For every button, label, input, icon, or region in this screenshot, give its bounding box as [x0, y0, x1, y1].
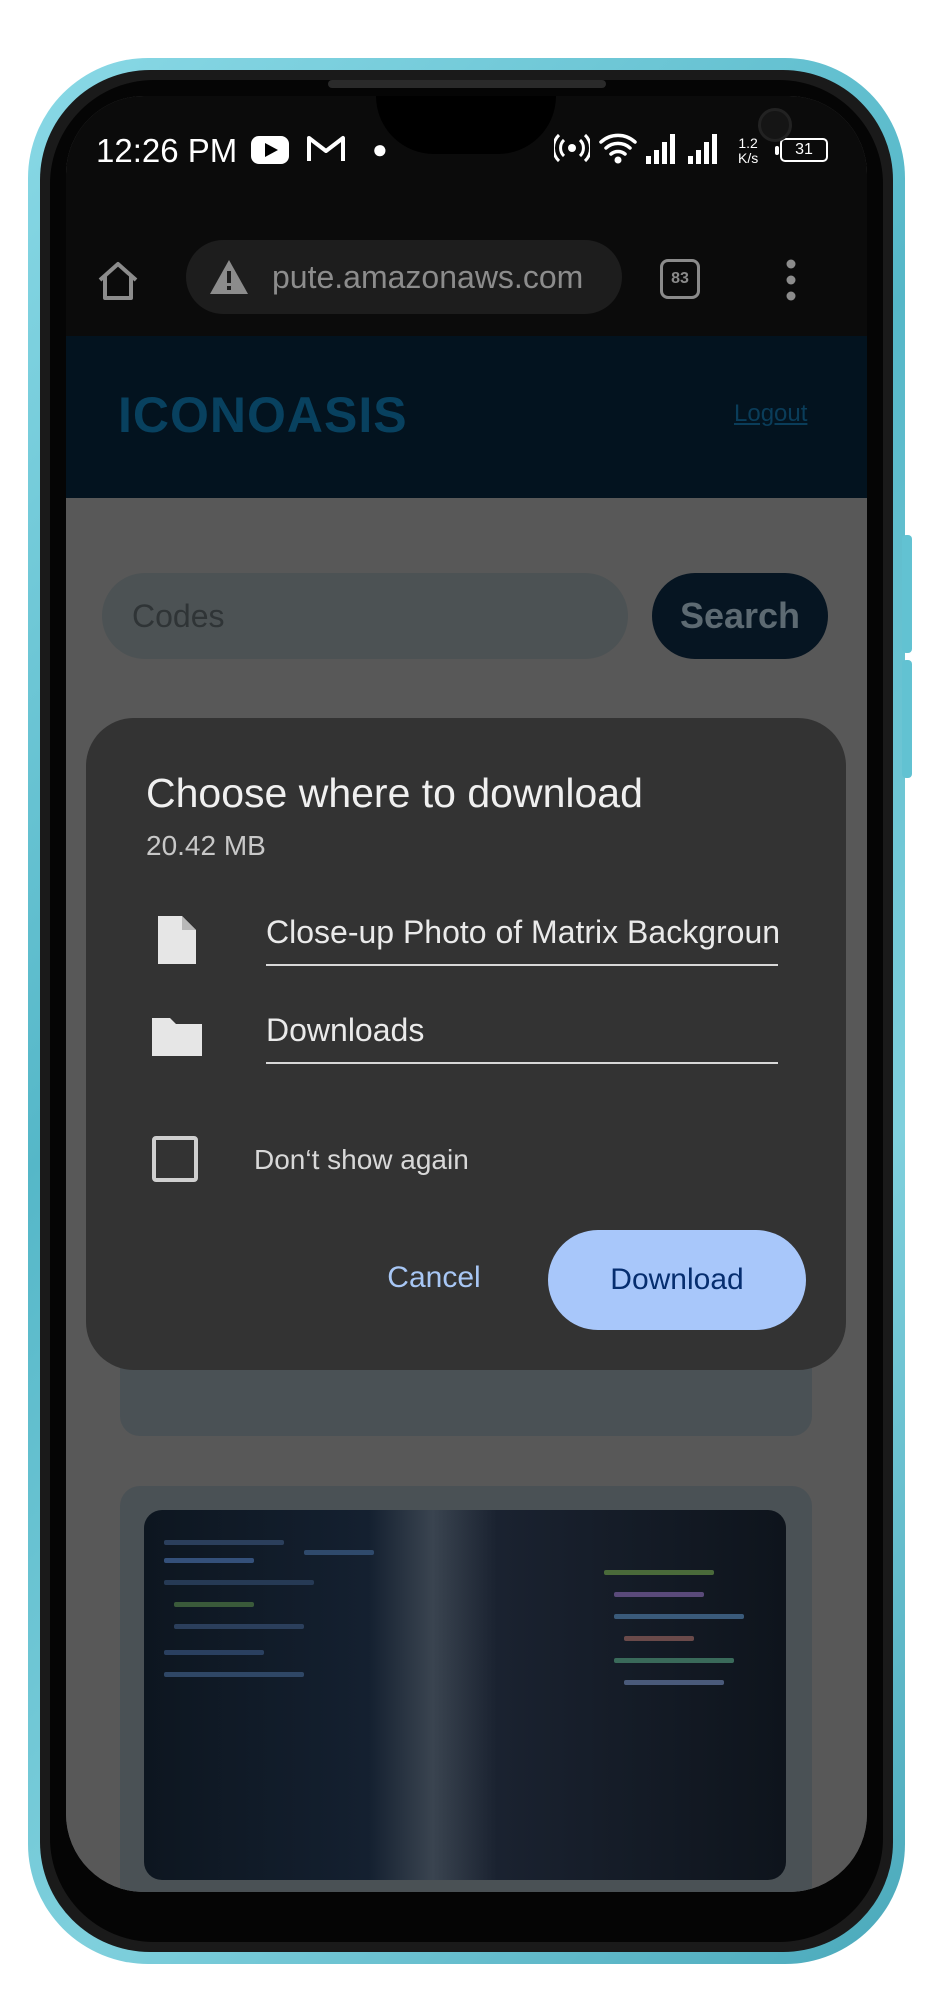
folder-icon: [150, 1014, 204, 1063]
phone-screen: 12:26 PM ● 1.2 K/s 31 pute.amazonaws.com…: [66, 96, 867, 1892]
location-field[interactable]: Downloads: [266, 1002, 778, 1064]
earpiece-speaker: [328, 80, 606, 88]
search-input[interactable]: Codes: [102, 573, 628, 659]
file-size: 20.42 MB: [146, 830, 266, 861]
status-time: 12:26 PM: [96, 132, 238, 169]
network-speed-value: 1.2: [738, 135, 758, 151]
battery-icon: 31: [775, 138, 828, 162]
file-icon: [156, 914, 198, 971]
dialog-title: Choose where to download: [146, 770, 643, 816]
address-bar[interactable]: pute.amazonaws.com: [186, 240, 622, 314]
menu-icon[interactable]: [784, 258, 798, 307]
download-dialog: Choose where to download 20.42 MB Close-…: [86, 718, 846, 1370]
status-bar: 12:26 PM ● 1.2 K/s 31: [66, 96, 867, 216]
dont-show-again-label[interactable]: Don‘t show again: [254, 1144, 469, 1176]
power-button: [902, 660, 912, 778]
image-card: [120, 1486, 812, 1892]
network-speed: 1.2 K/s: [738, 136, 758, 166]
youtube-icon: [251, 136, 289, 164]
home-icon[interactable]: [96, 260, 140, 307]
volume-button: [902, 535, 912, 653]
site-logo[interactable]: ICONOASIS: [118, 386, 408, 444]
front-camera: [758, 108, 792, 142]
search-button[interactable]: Search: [652, 573, 828, 659]
gmail-icon: [306, 132, 346, 173]
warning-icon[interactable]: [208, 258, 250, 301]
download-button[interactable]: Download: [548, 1230, 806, 1330]
signal-icon: [644, 132, 734, 169]
display-notch: [376, 96, 792, 154]
filename-text[interactable]: Close-up Photo of Matrix Background: [266, 914, 778, 951]
code-image[interactable]: [144, 1510, 786, 1880]
wifi-icon: [598, 130, 638, 171]
network-speed-unit: K/s: [738, 150, 759, 166]
hotspot-icon: [552, 132, 592, 171]
dont-show-again-checkbox[interactable]: [152, 1136, 198, 1182]
battery-level: 31: [795, 141, 813, 158]
filename-field[interactable]: Close-up Photo of Matrix Background: [266, 906, 778, 966]
location-text[interactable]: Downloads: [266, 1012, 424, 1049]
tab-switcher-button[interactable]: 83: [660, 259, 700, 299]
tab-count: 83: [671, 270, 689, 287]
site-header: ICONOASIS Logout: [66, 336, 867, 498]
url-text[interactable]: pute.amazonaws.com: [272, 259, 602, 296]
cancel-button[interactable]: Cancel: [354, 1246, 514, 1310]
browser-toolbar: pute.amazonaws.com 83: [66, 216, 867, 336]
logout-link[interactable]: Logout: [734, 400, 807, 428]
notification-dot-icon: ●: [372, 134, 388, 164]
